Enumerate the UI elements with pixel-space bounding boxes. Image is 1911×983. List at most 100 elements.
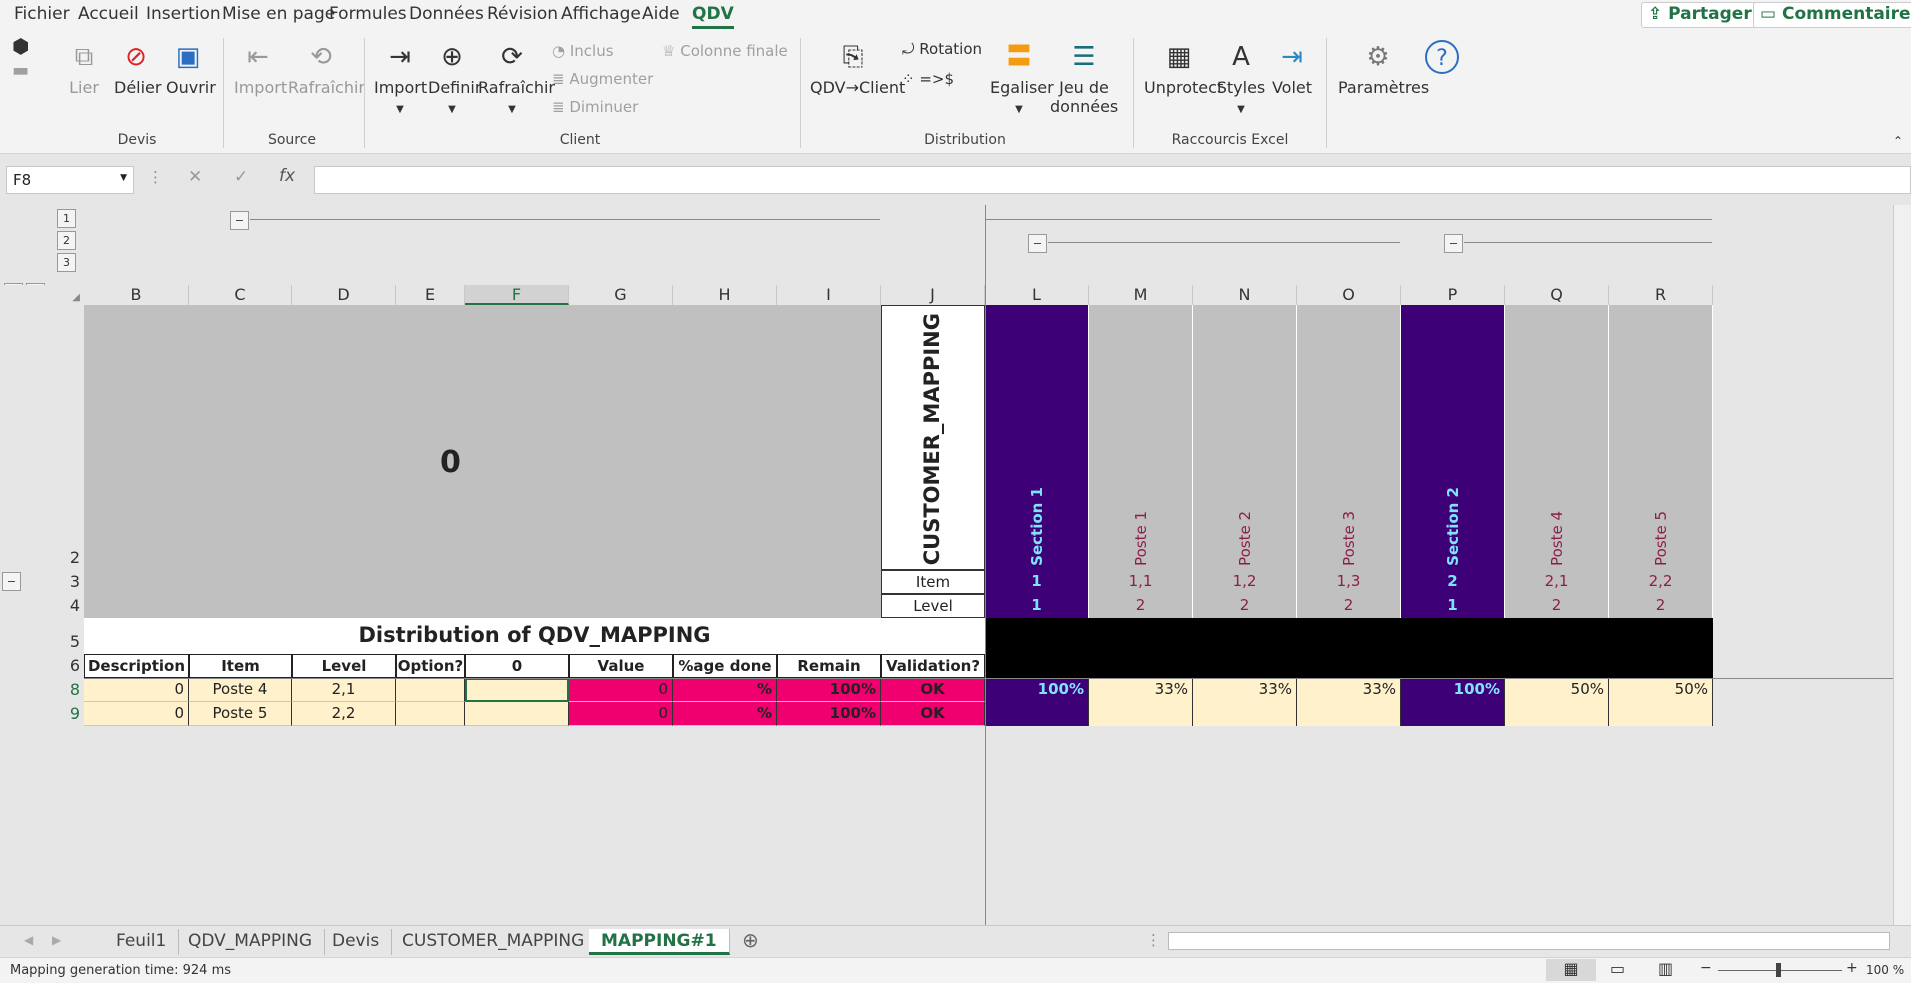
zoom-out-icon[interactable]: − <box>1700 960 1712 976</box>
status-text: Mapping generation time: 924 ms <box>10 963 232 978</box>
mapping-level-r[interactable]: 2 <box>1609 594 1713 618</box>
tab-feuil1[interactable]: Feuil1 <box>104 929 180 955</box>
mapping-value-p-8[interactable]: 100% <box>1401 678 1505 702</box>
cell-value: % <box>756 704 772 722</box>
mapping-level-q[interactable]: 2 <box>1505 594 1609 618</box>
mapping-value-o-9[interactable] <box>1297 702 1401 726</box>
mapping-header-m[interactable]: Poste 1 <box>1089 305 1193 570</box>
normal-view-icon[interactable]: ▦ <box>1546 959 1596 981</box>
data-cell-g-8[interactable]: 0 <box>569 678 673 702</box>
mapping-value-q-9[interactable] <box>1505 702 1609 726</box>
big-value-cell[interactable]: 0 <box>440 445 461 480</box>
freeze-pane-vertical <box>985 205 986 925</box>
prev-sheet-icon[interactable]: ◀ <box>24 933 33 947</box>
mapping-value-l-8[interactable]: 100% <box>985 678 1089 702</box>
distribution-title-cell[interactable]: Distribution of QDV_MAPPING <box>84 618 985 654</box>
header-cell-e[interactable]: Option? <box>396 654 465 678</box>
data-cell-i-8[interactable]: 100% <box>777 678 881 702</box>
mapping-level: 2 <box>1343 596 1354 614</box>
mapping-name: Poste 3 <box>1340 511 1358 566</box>
mapping-value-m-9[interactable] <box>1089 702 1193 726</box>
mapping-item-o[interactable]: 1,3 <box>1297 570 1401 594</box>
header-cell-h[interactable]: %age done <box>673 654 777 678</box>
mapping-item-n[interactable]: 1,2 <box>1193 570 1297 594</box>
header-label: Description <box>87 657 186 675</box>
data-cell-f-9[interactable] <box>465 702 569 726</box>
data-cell-h-9[interactable]: % <box>673 702 777 726</box>
mapping-value-r-9[interactable] <box>1609 702 1713 726</box>
data-cell-j-8[interactable]: OK <box>881 678 985 702</box>
header-label: 0 <box>511 657 523 675</box>
data-cell-e-9[interactable] <box>396 702 465 726</box>
item-label-cell[interactable]: Item <box>881 570 985 594</box>
data-cell-c-9[interactable]: Poste 5 <box>189 702 292 726</box>
cell-value: 2,2 <box>331 704 356 722</box>
mapping-item-q[interactable]: 2,1 <box>1505 570 1609 594</box>
mapping-value-m-8[interactable]: 33% <box>1089 678 1193 702</box>
mapping-header-q[interactable]: Poste 4 <box>1505 305 1609 570</box>
mapping-item-m[interactable]: 1,1 <box>1089 570 1193 594</box>
header-cell-b[interactable]: Description <box>84 654 189 678</box>
data-cell-i-9[interactable]: 100% <box>777 702 881 726</box>
mapping-level-m[interactable]: 2 <box>1089 594 1193 618</box>
merged-block[interactable] <box>84 305 881 618</box>
mapping-item-p[interactable]: 2 <box>1401 570 1505 594</box>
header-cell-f[interactable]: 0 <box>465 654 569 678</box>
zoom-in-icon[interactable]: + <box>1846 960 1858 976</box>
zoom-thumb[interactable] <box>1776 963 1781 977</box>
mapping-item-l[interactable]: 1 <box>985 570 1089 594</box>
data-cell-c-8[interactable]: Poste 4 <box>189 678 292 702</box>
mapping-header-l[interactable]: Section 1 <box>985 305 1089 570</box>
mapping-value-l-9[interactable] <box>985 702 1089 726</box>
header-cell-c[interactable]: Item <box>189 654 292 678</box>
mapping-level-p[interactable]: 1 <box>1401 594 1505 618</box>
tab-mapping-1[interactable]: MAPPING#1 <box>589 929 730 955</box>
header-cell-g[interactable]: Value <box>569 654 673 678</box>
customer-mapping-cell[interactable]: CUSTOMER_MAPPING <box>881 305 985 570</box>
mapping-header-p[interactable]: Section 2 <box>1401 305 1505 570</box>
tab-qdv-mapping[interactable]: QDV_MAPPING <box>176 929 326 955</box>
horizontal-scrollbar[interactable] <box>1168 932 1890 950</box>
data-cell-b-9[interactable]: 0 <box>84 702 189 726</box>
data-cell-d-8[interactable]: 2,1 <box>292 678 396 702</box>
mapping-header-o[interactable]: Poste 3 <box>1297 305 1401 570</box>
mapping-header-n[interactable]: Poste 2 <box>1193 305 1297 570</box>
mapping-level-n[interactable]: 2 <box>1193 594 1297 618</box>
mapping-value-n-8[interactable]: 33% <box>1193 678 1297 702</box>
mapping-value-p-9[interactable] <box>1401 702 1505 726</box>
page-break-icon[interactable]: ▥ <box>1658 959 1673 978</box>
tab-customer-mapping[interactable]: CUSTOMER_MAPPING <box>390 929 598 955</box>
data-cell-g-9[interactable]: 0 <box>569 702 673 726</box>
data-cell-j-9[interactable]: OK <box>881 702 985 726</box>
mapping-level-l[interactable]: 1 <box>985 594 1089 618</box>
mapping-header-r[interactable]: Poste 5 <box>1609 305 1713 570</box>
data-cell-b-8[interactable]: 0 <box>84 678 189 702</box>
add-sheet-icon[interactable]: ⊕ <box>742 928 759 952</box>
mapping-level: 2 <box>1655 596 1666 614</box>
data-cell-e-8[interactable] <box>396 678 465 702</box>
item-label: Item <box>915 573 951 591</box>
mapping-value-o-8[interactable]: 33% <box>1297 678 1401 702</box>
header-cell-j[interactable]: Validation? <box>881 654 985 678</box>
tab-devis[interactable]: Devis <box>320 929 393 955</box>
next-sheet-icon[interactable]: ▶ <box>52 933 61 947</box>
header-label: Item <box>221 657 260 675</box>
mapping-value-r-8[interactable]: 50% <box>1609 678 1713 702</box>
vertical-scrollbar[interactable] <box>1893 205 1911 925</box>
header-cell-i[interactable]: Remain <box>777 654 881 678</box>
data-cell-d-9[interactable]: 2,2 <box>292 702 396 726</box>
drag-handle-icon[interactable]: ⋮ <box>1146 931 1161 949</box>
freeze-pane-horizontal <box>84 678 1911 679</box>
page-layout-icon[interactable]: ▭ <box>1610 959 1625 978</box>
mapping-value-n-9[interactable] <box>1193 702 1297 726</box>
header-cell-d[interactable]: Level <box>292 654 396 678</box>
sheet-grid: 0 CUSTOMER_MAPPING Item Level Distribution o… <box>0 0 1911 925</box>
mapping-value-q-8[interactable]: 50% <box>1505 678 1609 702</box>
data-cell-f-8[interactable] <box>465 678 569 702</box>
data-cell-h-8[interactable]: % <box>673 678 777 702</box>
level-label-cell[interactable]: Level <box>881 594 985 618</box>
mapping-item-r[interactable]: 2,2 <box>1609 570 1713 594</box>
cell-value: 0 <box>658 680 668 698</box>
distribution-title: Distribution of QDV_MAPPING <box>358 623 711 647</box>
mapping-level-o[interactable]: 2 <box>1297 594 1401 618</box>
